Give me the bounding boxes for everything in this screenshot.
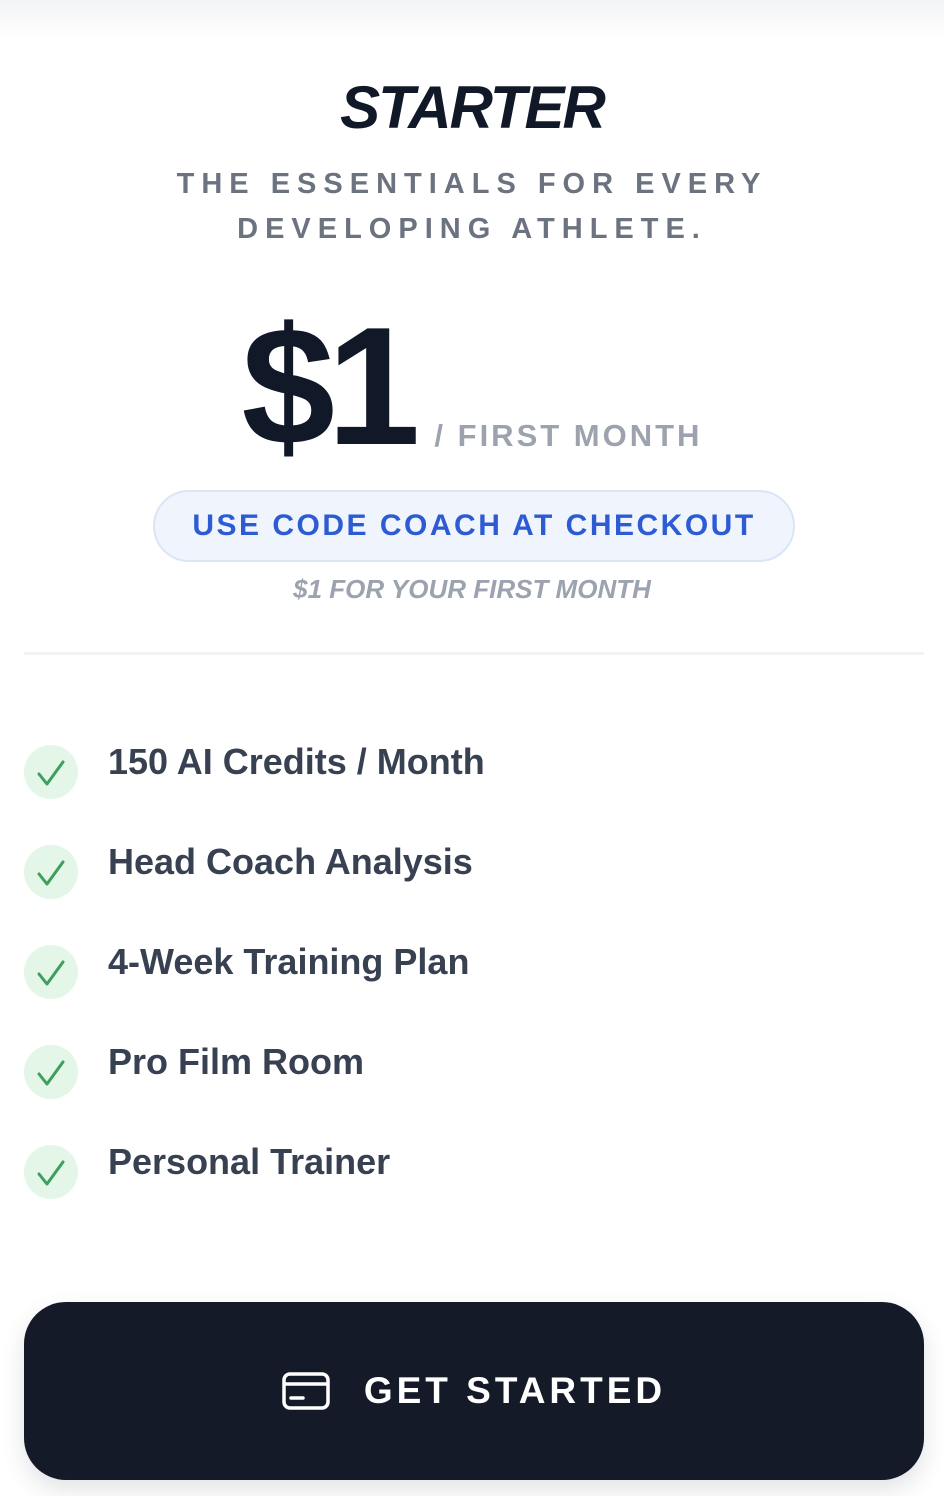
- promo-subtext: $1 FOR YOUR FIRST MONTH: [293, 574, 651, 604]
- get-started-label: GET STARTED: [363, 1370, 667, 1411]
- credit-card-icon: [282, 1372, 330, 1410]
- plan-title: STARTER: [340, 74, 606, 141]
- feature-item: Personal Trainer: [24, 1120, 904, 1220]
- feature-item: 150 AI Credits / Month: [24, 720, 904, 820]
- promo-code-badge: USE CODE COACH AT CHECKOUT: [153, 490, 795, 562]
- pricing-card: STARTER THE ESSENTIALS FOR EVERY DEVELOP…: [0, 0, 944, 1496]
- check-icon: [24, 845, 78, 899]
- get-started-button[interactable]: GET STARTED: [24, 1302, 924, 1480]
- feature-list: 150 AI Credits / Month Head Coach Analys…: [24, 720, 904, 1220]
- feature-item: 4-Week Training Plan: [24, 920, 904, 1020]
- feature-item: Pro Film Room: [24, 1020, 904, 1120]
- feature-item: Head Coach Analysis: [24, 820, 904, 920]
- check-icon: [24, 745, 78, 799]
- price-row: $1 / FIRST MONTH: [0, 300, 944, 470]
- price-period: / FIRST MONTH: [434, 418, 703, 453]
- promo-code-text: USE CODE COACH AT CHECKOUT: [192, 509, 756, 542]
- divider: [24, 652, 924, 655]
- check-icon: [24, 945, 78, 999]
- feature-label: Pro Film Room: [108, 1041, 365, 1082]
- check-icon: [24, 1045, 78, 1099]
- check-icon: [24, 1145, 78, 1199]
- top-fade: [0, 0, 944, 40]
- feature-label: 150 AI Credits / Month: [108, 741, 485, 782]
- feature-label: Head Coach Analysis: [108, 841, 473, 882]
- feature-label: Personal Trainer: [108, 1141, 391, 1182]
- feature-label: 4-Week Training Plan: [108, 941, 470, 982]
- plan-tagline: THE ESSENTIALS FOR EVERY DEVELOPING ATHL…: [176, 168, 768, 245]
- price-amount: $1: [241, 292, 421, 480]
